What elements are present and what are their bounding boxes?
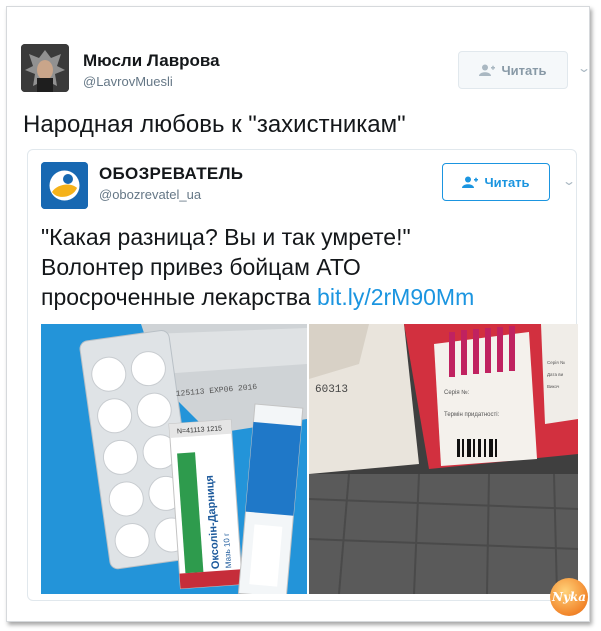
chevron-down-icon[interactable]: ⌄ (562, 174, 576, 188)
quoted-text-line1: "Какая разница? Вы и так умрете!" (41, 224, 411, 250)
tweet-card: Мюсли Лаврова @LavrovMuesli Читать ⌄ Нар… (6, 6, 591, 622)
quoted-author-avatar[interactable] (41, 162, 88, 209)
quoted-follow-label: Читать (484, 174, 530, 190)
quoted-link[interactable]: bit.ly/2rM90Mm (317, 284, 474, 310)
author-handle[interactable]: @LavrovMuesli (83, 74, 173, 89)
quoted-author-handle[interactable]: @obozrevatel_ua (99, 187, 201, 202)
follow-button[interactable]: Читать (458, 51, 568, 89)
quoted-text-line3: просроченные лекарства (41, 284, 311, 310)
watermark-text: Nyka (551, 590, 587, 604)
box-code: 60313 (315, 384, 348, 396)
tweet-header: Мюсли Лаврова @LavrovMuesli Читать ⌄ (21, 39, 591, 99)
add-user-icon (479, 64, 496, 76)
author-avatar[interactable] (21, 44, 69, 92)
side-label-1: Серія № (547, 360, 565, 365)
follow-button-label: Читать (501, 62, 547, 78)
add-user-icon (462, 176, 479, 188)
tweet-text: Народная любовь к "захистникам" (23, 111, 406, 138)
serial-label: Серія №: (444, 389, 470, 396)
expiry-label: Термін придатності: (444, 412, 500, 418)
quoted-text-line2: Волонтер привез бойцам АТО (41, 254, 361, 280)
quoted-author-name[interactable]: ОБОЗРЕВАТЕЛЬ (99, 164, 243, 184)
side-label-3: Викоч (547, 384, 560, 389)
nyka-watermark-logo: Nyka (550, 578, 588, 616)
side-label-2: Дата ви (547, 372, 564, 377)
medicine-photo-illustration: 125113 EXP06 2016 N=41113 1215 Оксолін-Д… (41, 324, 307, 594)
chevron-down-icon[interactable]: ⌄ (577, 61, 591, 75)
quoted-tweet-text: "Какая разница? Вы и так умрете!" Волонт… (41, 222, 571, 312)
quoted-follow-button[interactable]: Читать (442, 163, 550, 201)
box-photo-illustration: 60313 Серія №: Термін придатності: Серія… (309, 324, 578, 594)
author-name[interactable]: Мюсли Лаврова (83, 51, 220, 71)
obozrevatel-logo-icon (41, 162, 88, 209)
photo-expired-boxes[interactable]: 60313 Серія №: Термін придатності: Серія… (309, 324, 578, 594)
photo-medicines[interactable]: 125113 EXP06 2016 N=41113 1215 Оксолін-Д… (41, 324, 307, 594)
eagle-emblem-icon (21, 44, 69, 92)
quoted-tweet[interactable]: ОБОЗРЕВАТЕЛЬ @obozrevatel_ua Читать ⌄ "К… (27, 149, 578, 601)
quoted-media[interactable]: 125113 EXP06 2016 N=41113 1215 Оксолін-Д… (41, 324, 578, 594)
